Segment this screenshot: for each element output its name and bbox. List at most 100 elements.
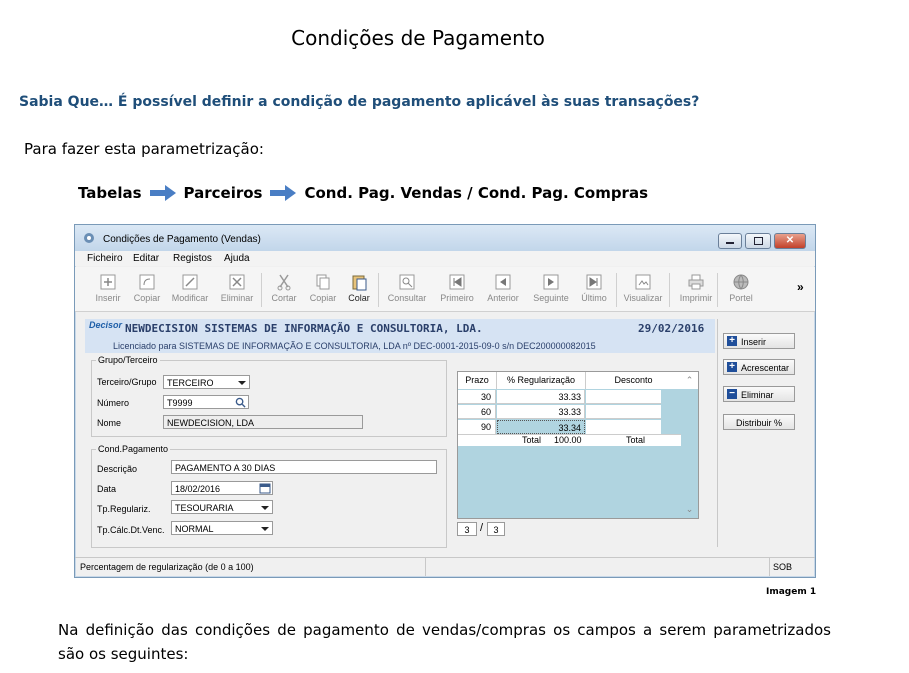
menu-bar: Ficheiro Editar Registos Ajuda: [75, 251, 815, 266]
toolbar-copiar-registo-button[interactable]: Copiar: [127, 273, 167, 303]
scroll-up-icon[interactable]: ⌃: [681, 372, 698, 389]
app-icon: [84, 233, 94, 243]
acrescentar-button[interactable]: + Acrescentar: [723, 359, 795, 375]
path-step-1: Tabelas: [78, 184, 142, 202]
page-total: 3: [487, 522, 505, 536]
toolbar-seguinte-button[interactable]: Seguinte: [531, 273, 571, 303]
descricao-input[interactable]: PAGAMENTO A 30 DIAS: [171, 460, 437, 474]
eliminar-button[interactable]: − Eliminar: [723, 386, 795, 402]
grid-cell-prazo[interactable]: 60: [458, 405, 496, 419]
toolbar-cortar-button[interactable]: Cortar: [264, 273, 304, 303]
copy-record-icon: [139, 274, 155, 290]
path-step-2: Parceiros: [183, 184, 263, 202]
toolbar-anterior-button[interactable]: Anterior: [483, 273, 523, 303]
numero-input[interactable]: T9999: [163, 395, 249, 409]
company-logo: Decisor: [89, 320, 123, 330]
paste-icon: [352, 275, 367, 291]
data-input[interactable]: 18/02/2016: [171, 481, 273, 495]
toolbar-copiar-button[interactable]: Copiar: [303, 273, 343, 303]
grid-header-desconto[interactable]: Desconto: [586, 372, 681, 389]
toolbar-imprimir-button[interactable]: Imprimir: [676, 273, 716, 303]
toolbar-inserir-button[interactable]: Inserir: [88, 273, 128, 303]
grid-total-desconto-label: Total: [626, 435, 646, 445]
page-current[interactable]: 3: [457, 522, 477, 536]
toolbar-colar-button[interactable]: Colar: [339, 273, 379, 303]
toolbar-separator: [261, 273, 262, 307]
descricao-label: Descrição: [97, 464, 138, 474]
globe-icon: [733, 274, 749, 290]
menu-ficheiro[interactable]: Ficheiro: [87, 253, 123, 264]
nome-field: NEWDECISION, LDA: [163, 415, 363, 429]
grid-cell-desconto[interactable]: [586, 420, 661, 434]
grupo-terceiro-legend: Grupo/Terceiro: [98, 355, 158, 365]
page-separator: /: [480, 522, 484, 534]
menu-ajuda[interactable]: Ajuda: [224, 253, 250, 264]
prazos-grid[interactable]: Prazo % Regularização Desconto ⌃ 30 33.3…: [457, 371, 699, 519]
grid-cell-regularizacao[interactable]: 33.33: [497, 405, 585, 419]
toolbar-modificar-button[interactable]: Modificar: [170, 273, 210, 303]
arrow-right-icon: [149, 185, 176, 201]
grid-header-prazo[interactable]: Prazo: [458, 372, 497, 389]
grid-cell-desconto[interactable]: [586, 390, 661, 404]
terceiro-grupo-select[interactable]: TERCEIRO: [163, 375, 250, 389]
toolbar-primeiro-button[interactable]: Primeiro: [437, 273, 477, 303]
body-paragraph: Na definição das condições de pagamento …: [58, 621, 831, 663]
chevron-down-icon: [238, 381, 246, 385]
maximize-button[interactable]: [745, 233, 771, 249]
nome-label: Nome: [97, 418, 122, 428]
search-icon[interactable]: [235, 397, 246, 408]
minimize-button[interactable]: [718, 233, 742, 249]
toolbar-visualizar-button[interactable]: Visualizar: [623, 273, 663, 303]
toolbar-portel-button[interactable]: Portel: [721, 273, 761, 303]
last-icon: [586, 274, 602, 290]
toolbar-consultar-button[interactable]: Consultar: [387, 273, 427, 303]
menu-editar[interactable]: Editar: [133, 253, 159, 264]
minus-icon: −: [727, 389, 737, 399]
scroll-down-icon[interactable]: ⌄: [681, 502, 698, 516]
toolbar: Inserir Copiar Modificar Eliminar Cortar…: [75, 267, 815, 312]
previous-icon: [495, 274, 511, 290]
chevron-down-icon: [261, 527, 269, 531]
menu-registos[interactable]: Registos: [173, 253, 212, 264]
search-icon: [399, 274, 415, 290]
status-divider: [425, 558, 426, 576]
grid-cell-regularizacao-selected[interactable]: 33.34: [497, 420, 585, 434]
toolbar-separator: [669, 273, 670, 307]
toolbar-separator: [717, 273, 718, 307]
tp-calc-dt-venc-label: Tp.Cálc.Dt.Venc.: [97, 525, 165, 535]
grid-cell-prazo[interactable]: 90: [458, 420, 496, 434]
toolbar-separator: [378, 273, 379, 307]
toolbar-eliminar-button[interactable]: Eliminar: [217, 273, 257, 303]
plus-icon: +: [727, 362, 737, 372]
edit-icon: [182, 274, 198, 290]
status-divider: [769, 558, 770, 576]
toolbar-overflow-button[interactable]: »: [797, 280, 804, 294]
next-icon: [543, 274, 559, 290]
numero-label: Número: [97, 398, 130, 408]
grid-cell-regularizacao[interactable]: 33.33: [497, 390, 585, 404]
close-button[interactable]: ✕: [774, 233, 806, 249]
copy-icon: [316, 274, 330, 290]
insert-icon: [100, 274, 116, 290]
app-window: Condições de Pagamento (Vendas) ✕ Fichei…: [74, 224, 816, 578]
grid-cell-desconto[interactable]: [586, 405, 661, 419]
grid-header-regularizacao[interactable]: % Regularização: [497, 372, 586, 389]
grid-total-label: Total: [522, 435, 542, 445]
distribuir-button[interactable]: Distribuir %: [723, 414, 795, 430]
toolbar-ultimo-button[interactable]: Último: [574, 273, 614, 303]
tp-regulariz-select[interactable]: TESOURARIA: [171, 500, 273, 514]
tp-calc-dt-venc-select[interactable]: NORMAL: [171, 521, 273, 535]
grid-cell-prazo[interactable]: 30: [458, 390, 496, 404]
status-mode: SOB: [773, 562, 793, 572]
company-banner: Decisor NEWDECISION SISTEMAS DE INFORMAÇ…: [85, 319, 715, 353]
grid-total-value: 100.00: [554, 435, 582, 445]
cond-pagamento-legend: Cond.Pagamento: [98, 444, 169, 454]
path-step-3: Cond. Pag. Vendas / Cond. Pag. Compras: [304, 184, 649, 202]
toolbar-separator: [616, 273, 617, 307]
window-titlebar: Condições de Pagamento (Vendas) ✕: [75, 225, 815, 251]
panel-divider: [717, 319, 718, 547]
intro-text: Para fazer esta parametrização:: [24, 140, 264, 158]
calendar-icon[interactable]: [259, 482, 271, 494]
plus-icon: +: [727, 336, 737, 346]
inserir-button[interactable]: + Inserir: [723, 333, 795, 349]
